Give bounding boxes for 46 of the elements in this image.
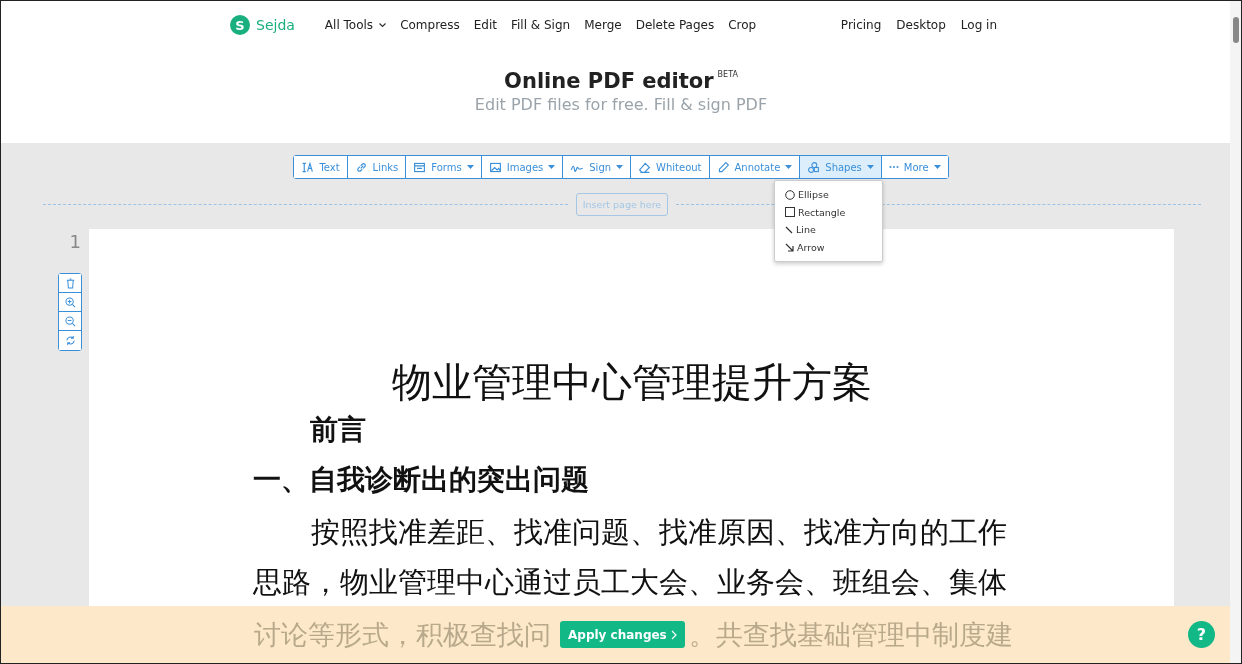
shapes-icon [807,160,821,174]
ellipsis-icon [888,165,899,169]
document-title: 物业管理中心管理提升方案 [390,359,873,406]
pencil-icon [716,160,730,174]
link-icon [354,160,368,174]
page-subtitle: Edit PDF files for free. Fill & sign PDF [474,95,768,114]
nav-link[interactable]: All Tools [324,18,387,32]
nav-link[interactable]: Desktop [896,18,946,32]
form-icon [413,160,427,174]
scrollbar[interactable] [1230,1,1241,663]
square-icon [785,207,795,218]
page-tool-button[interactable] [59,274,81,293]
nav-link[interactable]: Delete Pages [635,18,715,32]
nav-link[interactable]: Compress [400,18,460,32]
text-icon [301,160,315,174]
beta-label: BETA [717,70,738,79]
menu-item[interactable]: Line [775,221,882,239]
document-subheading: 前言 [310,413,367,447]
nav-link[interactable]: Edit [473,18,497,32]
circle-icon [785,189,795,200]
document-text: 。共查找基础管理中制度建 [688,618,1013,652]
document-heading: 一、自我诊断出的突出问题 [253,463,590,497]
trash-icon [64,277,76,289]
nav-link[interactable]: Pricing [840,18,882,32]
menu-item[interactable]: Ellipse [775,186,882,204]
menu-item[interactable]: Rectangle [775,203,882,221]
nav-link[interactable]: Crop [728,18,757,32]
nav-link[interactable]: Merge [584,18,622,32]
chevron-icon [670,629,677,640]
logo-icon: S [230,15,250,35]
nav-link[interactable]: Log in [960,18,997,32]
page-number: 1 [69,231,81,252]
document-paragraph: 按照找准差距、找准问题、找准原因、找准方向的工作思路，物业管理中心通过员工大会、业务会、班组会、集体 [253,515,1007,600]
nav-link[interactable]: Fill & Sign [510,18,571,32]
toolbar-button[interactable]: Text [294,156,348,178]
document-text: 讨论等形式，积极查找问 [254,618,551,652]
rotate-icon [64,335,76,346]
page-title: Online PDF editor [504,69,714,93]
arrow-icon [785,242,794,252]
brand-name: Sejda [256,17,295,33]
zoom-out-icon [64,315,76,327]
image-icon [488,160,502,174]
zoom-in-icon [64,296,76,308]
eraser-icon [638,160,652,174]
line-icon [785,225,793,234]
menu-item[interactable]: Arrow [775,238,882,256]
